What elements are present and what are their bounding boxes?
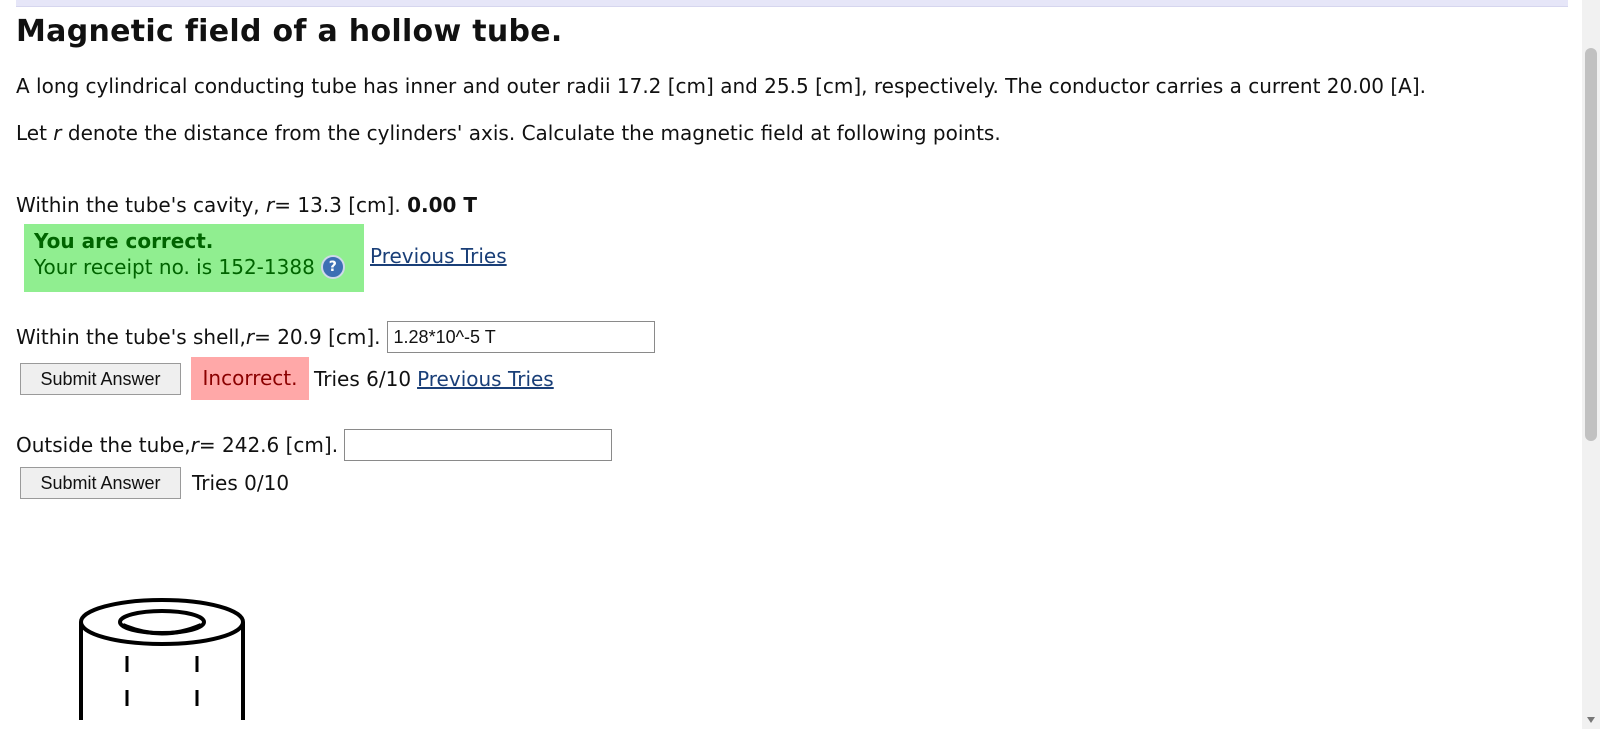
question-outside: Outside the tube, r = 242.6 [cm].	[16, 429, 613, 461]
problem-instruction: Let r denote the distance from the cylin…	[16, 121, 1001, 145]
q1-previous-tries-link[interactable]: Previous Tries	[370, 244, 507, 268]
problem-title: Magnetic field of a hollow tube.	[16, 14, 563, 49]
correct-feedback: You are correct. Your receipt no. is 152…	[24, 224, 364, 292]
q3-var: r	[190, 433, 199, 457]
incorrect-badge: Incorrect.	[191, 357, 309, 400]
q2-suffix: = 20.9 [cm].	[254, 325, 381, 349]
hollow-tube-diagram	[79, 598, 245, 720]
q1-var: r	[266, 193, 275, 217]
q2-var: r	[245, 325, 255, 349]
q3-prefix: Outside the tube,	[16, 433, 191, 457]
question-circle-icon[interactable]: ?	[320, 255, 345, 279]
instruction-var: r	[53, 121, 62, 145]
q2-prefix: Within the tube's shell,	[16, 325, 246, 349]
q2-tries-row: Tries 6/10 Previous Tries	[314, 367, 554, 391]
q1-suffix: = 13.3 [cm].	[274, 193, 408, 217]
question-cavity: Within the tube's cavity, r= 13.3 [cm]. …	[16, 193, 477, 217]
receipt-line: Your receipt no. is 152-1388 ?	[34, 255, 364, 279]
scrollbar-thumb[interactable]	[1585, 48, 1597, 441]
vertical-scrollbar[interactable]	[1582, 0, 1600, 729]
q3-submit-button[interactable]: Submit Answer	[20, 467, 181, 499]
problem-content: Magnetic field of a hollow tube. A long …	[16, 0, 1556, 729]
q3-suffix: = 242.6 [cm].	[198, 433, 339, 457]
q3-answer-input[interactable]	[344, 429, 613, 461]
problem-intro: A long cylindrical conducting tube has i…	[16, 74, 1427, 98]
question-shell: Within the tube's shell, r = 20.9 [cm].	[16, 321, 655, 353]
q3-tries-text: Tries 0/10	[192, 471, 290, 495]
q2-submit-button[interactable]: Submit Answer	[20, 363, 181, 395]
q1-prefix: Within the tube's cavity,	[16, 193, 267, 217]
scroll-down-arrow-icon[interactable]	[1587, 717, 1595, 723]
correct-title: You are correct.	[34, 229, 214, 253]
q1-answer: 0.00 T	[407, 193, 478, 217]
q2-tries-text: Tries 6/10	[314, 367, 412, 391]
instruction-after: denote the distance from the cylinders' …	[61, 121, 1001, 145]
q2-previous-tries-link[interactable]: Previous Tries	[417, 367, 554, 391]
instruction-before: Let	[16, 121, 54, 145]
q2-answer-input[interactable]	[386, 321, 655, 353]
receipt-text: Your receipt no. is 152-1388	[34, 255, 315, 279]
